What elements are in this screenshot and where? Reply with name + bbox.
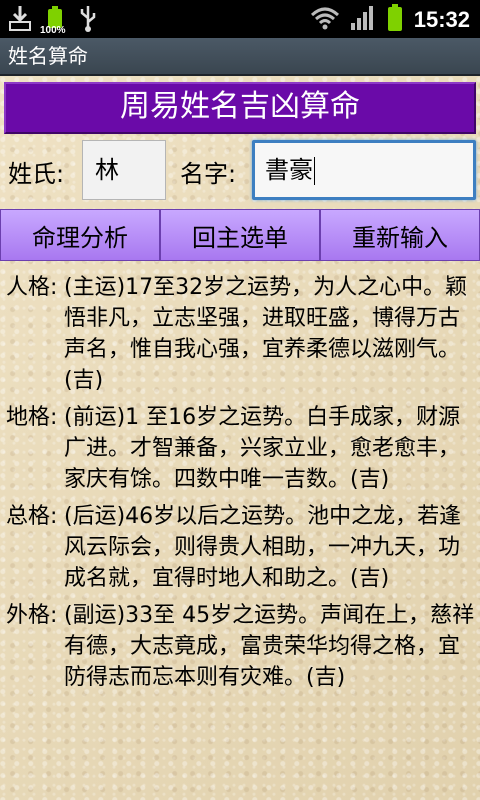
analyze-button[interactable]: 命理分析 bbox=[0, 209, 160, 261]
usb-icon bbox=[78, 4, 98, 36]
reset-button[interactable]: 重新输入 bbox=[320, 209, 480, 261]
result-text: (前运)1 至16岁之运势。白手成家，财源广进。才智兼备，兴家立业，愈老愈丰，家… bbox=[64, 405, 461, 492]
surname-input[interactable]: 林 bbox=[82, 140, 166, 200]
given-name-label: 名字: bbox=[180, 160, 237, 188]
download-icon bbox=[8, 4, 32, 36]
action-buttons: 命理分析 回主选单 重新输入 bbox=[0, 209, 480, 261]
result-label: 总格: bbox=[6, 504, 58, 529]
text-cursor bbox=[314, 157, 315, 185]
result-entry-earth: 地格: (前运)1 至16岁之运势。白手成家，财源广进。才智兼备，兴家立业，愈老… bbox=[6, 402, 476, 495]
result-entry-total: 总格: (后运)46岁以后之运势。池中之龙，若逢风云际会，则得贵人相助，一冲九天… bbox=[6, 501, 476, 594]
results-list: 人格: (主运)17至32岁之运势，为人之心中。颖悟非凡，立志坚强，进取旺盛，博… bbox=[6, 272, 476, 699]
result-entry-personality: 人格: (主运)17至32岁之运势，为人之心中。颖悟非凡，立志坚强，进取旺盛，博… bbox=[6, 272, 476, 396]
result-text: (副运)33至 45岁之运势。声闻在上，慈祥有德，大志竟成，富贵荣华均得之格，宜… bbox=[64, 603, 475, 690]
back-to-main-button[interactable]: 回主选单 bbox=[160, 209, 320, 261]
result-label: 地格: bbox=[6, 405, 58, 430]
result-text: (主运)17至32岁之运势，为人之心中。颖悟非凡，立志坚强，进取旺盛，博得万古声… bbox=[64, 275, 468, 393]
battery-icon: 100% bbox=[40, 6, 66, 36]
window-title: 姓名算命 bbox=[0, 38, 480, 76]
result-text: (后运)46岁以后之运势。池中之龙，若逢风云际会，则得贵人相助，一冲九天，功成名… bbox=[64, 504, 462, 591]
wifi-icon bbox=[310, 5, 340, 35]
result-label: 外格: bbox=[6, 603, 58, 628]
signal-icon bbox=[350, 5, 376, 35]
clock: 15:32 bbox=[413, 7, 470, 32]
given-name-value: 書豪 bbox=[265, 156, 313, 184]
result-entry-outer: 外格: (副运)33至 45岁之运势。声闻在上，慈祥有德，大志竟成，富贵荣华均得… bbox=[6, 600, 476, 693]
result-label: 人格: bbox=[6, 275, 58, 300]
main-content: 周易姓名吉凶算命 姓氏: 林 名字: 書豪 命理分析 回主选单 重新输入 人格:… bbox=[0, 76, 480, 800]
surname-label: 姓氏: bbox=[8, 160, 65, 188]
battery-percent: 100% bbox=[40, 25, 66, 36]
status-bar: 100% 15:32 bbox=[0, 0, 480, 38]
name-input-row: 姓氏: 林 名字: 書豪 bbox=[0, 138, 480, 204]
given-name-input[interactable]: 書豪 bbox=[252, 140, 476, 200]
battery-full-icon bbox=[386, 4, 404, 36]
app-header-title: 周易姓名吉凶算命 bbox=[4, 82, 476, 134]
